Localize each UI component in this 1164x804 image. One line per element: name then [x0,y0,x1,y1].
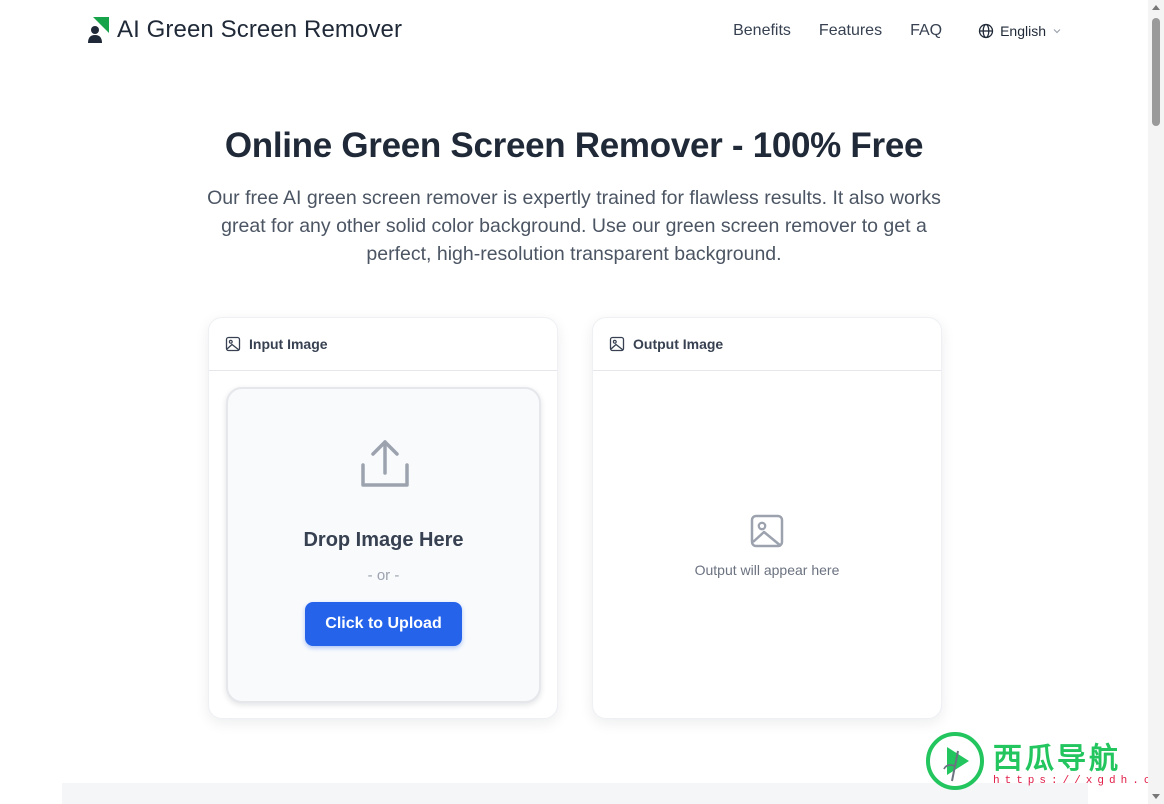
watermark: 西瓜导航 https://xgdh.cn [925,731,1162,791]
site-header: AI Green Screen Remover Benefits Feature… [0,0,1148,64]
brand-name: AI Green Screen Remover [117,16,403,43]
image-dropzone[interactable]: Drop Image Here - or - Click to Upload [226,387,541,703]
scrollbar-thumb[interactable] [1152,18,1160,126]
nav-benefits[interactable]: Benefits [733,22,791,40]
nav-faq[interactable]: FAQ [910,22,942,40]
image-icon [609,336,625,352]
language-selector[interactable]: English [978,23,1062,39]
page-title: Online Green Screen Remover - 100% Free [224,126,924,165]
brand[interactable]: AI Green Screen Remover [87,16,402,44]
upload-icon [361,440,409,487]
output-card-header: Output Image [593,318,941,371]
click-to-upload-button[interactable]: Click to Upload [305,602,462,646]
nav-features[interactable]: Features [819,22,882,40]
output-card-title: Output Image [633,336,724,352]
image-icon [225,336,241,352]
scroll-down-arrow-icon[interactable] [1152,794,1160,799]
watermark-url: https://xgdh.cn [993,775,1164,787]
drop-image-title: Drop Image Here [303,529,464,551]
input-card-header: Input Image [209,318,557,371]
main-nav: Benefits Features FAQ English [733,22,1062,40]
page-scrollbar[interactable] [1148,0,1164,804]
scroll-up-arrow-icon[interactable] [1152,5,1160,10]
watermark-logo-icon [926,732,984,790]
or-separator: - or - [367,567,400,584]
input-image-card: Input Image Drop Image Here - or - Click… [208,317,558,719]
output-preview-area: Output will appear here [593,370,941,718]
brand-logo-icon [88,17,109,43]
chevron-down-icon [1053,29,1061,34]
globe-icon [978,23,994,39]
image-placeholder-icon [750,514,784,548]
page-subtitle: Our free AI green screen remover is expe… [207,187,941,265]
input-card-title: Input Image [249,336,328,352]
output-image-card: Output Image Output will appear here [592,317,942,719]
watermark-text: 西瓜导航 [993,743,1122,775]
language-label: English [1000,23,1046,39]
output-placeholder-text: Output will appear here [694,562,840,578]
